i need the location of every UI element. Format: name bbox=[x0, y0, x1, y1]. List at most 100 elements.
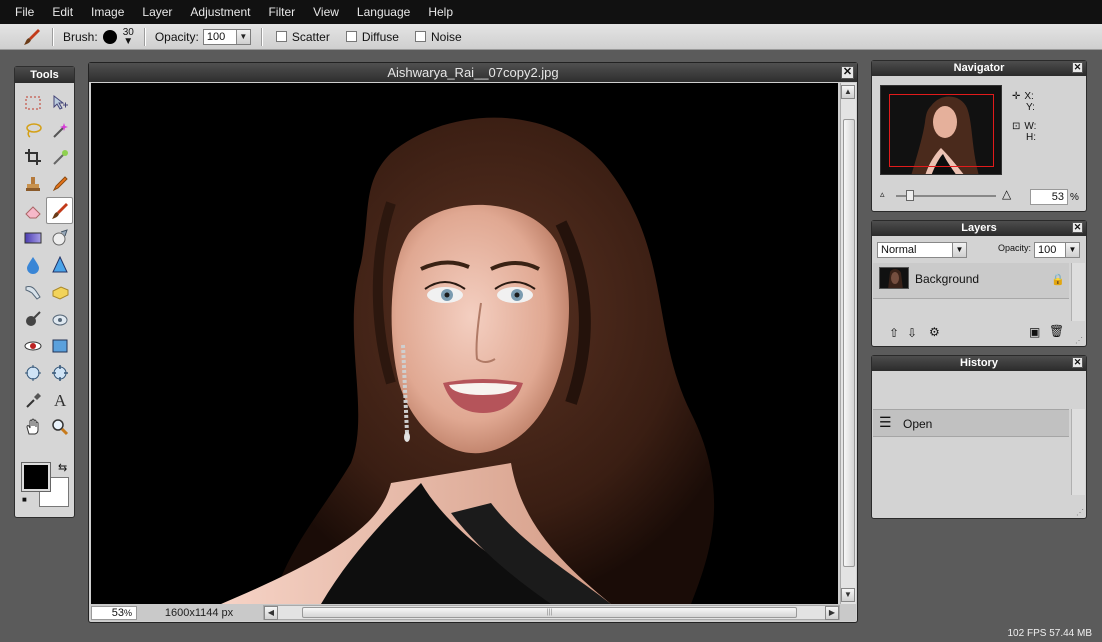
vertical-scrollbar[interactable]: ▲ ▼ bbox=[840, 83, 856, 604]
scroll-down-button[interactable]: ▼ bbox=[841, 588, 855, 602]
wand-icon[interactable] bbox=[46, 143, 73, 170]
menu-image[interactable]: Image bbox=[82, 0, 133, 24]
chevron-down-icon[interactable]: ▼ bbox=[1065, 243, 1079, 257]
scroll-left-button[interactable]: ◀ bbox=[264, 606, 278, 620]
zoom-in-icon[interactable]: △ bbox=[1002, 187, 1011, 201]
gradient-icon[interactable] bbox=[19, 224, 46, 251]
navigator-view-frame[interactable] bbox=[889, 94, 994, 167]
hand-icon[interactable] bbox=[19, 413, 46, 440]
document-title: Aishwarya_Rai__07copy2.jpg bbox=[387, 65, 559, 80]
reset-colors-icon[interactable]: ■ bbox=[22, 495, 27, 504]
close-layers-button[interactable]: ✕ bbox=[1072, 222, 1083, 233]
navigator-zoom-slider[interactable]: ▵ △ bbox=[880, 187, 1020, 203]
move-icon[interactable] bbox=[46, 89, 73, 116]
clone-stamp-icon[interactable] bbox=[19, 170, 46, 197]
diffuse-checkbox[interactable]: Diffuse bbox=[345, 30, 399, 44]
opacity-label: Opacity: bbox=[154, 29, 199, 44]
menu-adjustment[interactable]: Adjustment bbox=[181, 0, 259, 24]
history-item[interactable]: ☰ Open bbox=[873, 409, 1069, 437]
layer-opacity-select[interactable]: 100 ▼ bbox=[1034, 242, 1080, 258]
checkbox-box[interactable] bbox=[414, 31, 426, 42]
layers-title: Layers bbox=[961, 222, 997, 234]
scatter-checkbox[interactable]: Scatter bbox=[275, 29, 330, 44]
zoom-icon[interactable] bbox=[46, 413, 73, 440]
close-document-button[interactable]: ✕ bbox=[841, 66, 854, 79]
resize-grip-icon[interactable]: ⋰ bbox=[1075, 336, 1083, 345]
menu-file[interactable]: File bbox=[6, 0, 43, 24]
zoom-field[interactable]: 53% bbox=[91, 605, 137, 620]
layers-toolbar: ⇧ ⇩ ⚙ ▣ 🗑 ⋰ bbox=[873, 321, 1085, 345]
close-history-button[interactable]: ✕ bbox=[1072, 357, 1083, 368]
navigator-thumbnail[interactable] bbox=[880, 85, 1002, 175]
image-canvas[interactable] bbox=[91, 83, 838, 604]
history-scrollbar[interactable] bbox=[1071, 409, 1085, 495]
layer-thumbnail bbox=[879, 267, 909, 289]
scroll-up-button[interactable]: ▲ bbox=[841, 85, 855, 99]
sponge-icon[interactable] bbox=[46, 278, 73, 305]
crop-icon[interactable] bbox=[19, 143, 46, 170]
navigator-zoom-field[interactable]: 53 bbox=[1030, 189, 1068, 205]
move-layer-up-icon[interactable]: ⇧ bbox=[889, 326, 899, 340]
magic-wand-icon[interactable] bbox=[46, 116, 73, 143]
slider-thumb[interactable] bbox=[906, 190, 914, 201]
pencil-icon[interactable] bbox=[46, 170, 73, 197]
vertical-scroll-thumb[interactable] bbox=[843, 119, 855, 567]
swap-colors-icon[interactable]: ⇆ bbox=[58, 461, 67, 474]
menu-edit[interactable]: Edit bbox=[43, 0, 82, 24]
pinch-icon[interactable] bbox=[46, 359, 73, 386]
color-picker-icon[interactable] bbox=[19, 386, 46, 413]
blur-icon[interactable] bbox=[19, 251, 46, 278]
close-navigator-button[interactable]: ✕ bbox=[1072, 62, 1083, 73]
zoom-out-icon[interactable]: ▵ bbox=[880, 189, 885, 200]
resize-grip-icon[interactable]: ⋰ bbox=[1076, 508, 1084, 517]
replace-color-icon[interactable] bbox=[46, 224, 73, 251]
size-icon: ⊡ bbox=[1012, 121, 1021, 132]
dodge-icon[interactable] bbox=[46, 305, 73, 332]
text-icon[interactable]: A bbox=[46, 386, 73, 413]
blend-mode-select[interactable]: Normal ▼ bbox=[877, 242, 967, 258]
menu-filter[interactable]: Filter bbox=[259, 0, 304, 24]
checkbox-box[interactable] bbox=[345, 31, 357, 42]
menu-view[interactable]: View bbox=[304, 0, 348, 24]
checkbox-box[interactable] bbox=[275, 31, 287, 42]
bloat-icon[interactable] bbox=[19, 359, 46, 386]
eraser-icon[interactable] bbox=[19, 197, 46, 224]
layer-settings-icon[interactable]: ⚙ bbox=[929, 325, 940, 339]
chevron-down-icon[interactable]: ▼ bbox=[235, 29, 250, 44]
opacity-select[interactable]: 100 ▼ bbox=[202, 28, 251, 45]
lasso-icon[interactable] bbox=[19, 116, 46, 143]
menu-layer[interactable]: Layer bbox=[133, 0, 181, 24]
brush-icon[interactable] bbox=[46, 197, 73, 224]
h-label: H: bbox=[1026, 132, 1036, 143]
foreground-color-swatch[interactable] bbox=[21, 462, 51, 492]
horizontal-scrollbar[interactable]: ◀ ||| ▶ bbox=[263, 605, 840, 620]
x-label: X: bbox=[1024, 91, 1034, 102]
navigator-title: Navigator bbox=[953, 62, 1005, 74]
scroll-right-button[interactable]: ▶ bbox=[825, 606, 839, 620]
layer-item[interactable]: Background 🔒 bbox=[873, 263, 1069, 299]
shape-icon[interactable] bbox=[46, 332, 73, 359]
sharpen-icon[interactable] bbox=[46, 251, 73, 278]
color-swatches: ■ ⇆ bbox=[20, 461, 70, 507]
red-eye-icon[interactable] bbox=[19, 332, 46, 359]
brush-size-dropdown[interactable]: 30 ▼ bbox=[123, 27, 134, 46]
menu-bar: File Edit Image Layer Adjustment Filter … bbox=[0, 0, 1102, 24]
move-layer-down-icon[interactable]: ⇩ bbox=[907, 326, 917, 340]
scatter-label: Scatter bbox=[291, 29, 330, 44]
brush-preset-button[interactable] bbox=[102, 29, 117, 44]
opacity-value: 100 bbox=[206, 30, 226, 43]
menu-help[interactable]: Help bbox=[419, 0, 462, 24]
horizontal-scroll-thumb[interactable]: ||| bbox=[302, 607, 797, 618]
noise-checkbox[interactable]: Noise bbox=[414, 30, 462, 44]
burn-icon[interactable] bbox=[19, 305, 46, 332]
chevron-down-icon[interactable]: ▼ bbox=[952, 243, 966, 257]
layers-scrollbar[interactable] bbox=[1071, 263, 1085, 321]
navigator-panel: Navigator ✕ ✛ X: Y: ⊡ W: H: ▵ △ 53 % bbox=[871, 60, 1087, 212]
brush-label: Brush: bbox=[63, 29, 98, 44]
zoom-unit: % bbox=[123, 607, 132, 618]
new-layer-icon[interactable]: ▣ bbox=[1029, 325, 1040, 339]
smudge-icon[interactable] bbox=[19, 278, 46, 305]
delete-layer-icon[interactable]: 🗑 bbox=[1049, 324, 1064, 338]
menu-language[interactable]: Language bbox=[348, 0, 419, 24]
marquee-icon[interactable] bbox=[19, 89, 46, 116]
